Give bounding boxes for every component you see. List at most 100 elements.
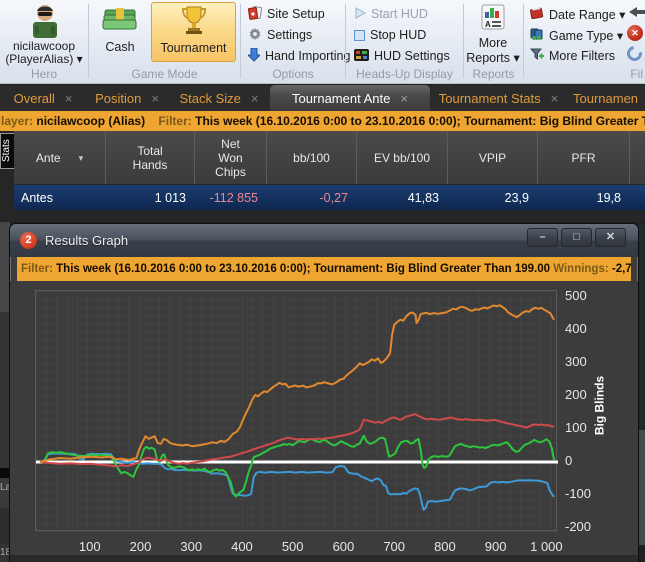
x-tick-label: 400 <box>217 539 267 554</box>
group-label-hud: Heads-Up Display <box>346 67 463 81</box>
hand-importing-label: Hand Importing <box>265 49 350 63</box>
filter-value: This week (16.10.2016 0:00 to 23.10.2016… <box>195 114 645 128</box>
x-tick-label: 500 <box>268 539 318 554</box>
graph-filter-bar: Filter: This week (16.10.2016 0:00 to 23… <box>17 257 631 281</box>
trophy-icon <box>152 5 235 38</box>
y-tick-label: 300 <box>565 354 605 369</box>
clear-filter-icon[interactable]: ✕ <box>627 25 643 41</box>
background-text-fragment: 18 <box>0 544 10 562</box>
settings-button[interactable]: Settings <box>248 26 312 44</box>
minimize-button[interactable]: – <box>527 228 558 247</box>
game-type-button[interactable]: Game Type ▾ <box>530 26 623 44</box>
cell-net-won-chips: -112 855 <box>195 191 267 205</box>
group-label-filters: Fil <box>524 67 645 81</box>
ribbon-group-hero: nicilawcoop (PlayerAlias) ▾ Hero <box>0 0 88 84</box>
tab-stack-size[interactable]: Stack Size × <box>176 85 262 111</box>
filter-label: Filter: <box>21 263 53 275</box>
tab-overall[interactable]: Overall × <box>8 85 78 111</box>
window-bottom-edge <box>10 555 638 562</box>
tab-close-icon[interactable]: × <box>151 91 159 106</box>
more-reports-label-2: Reports ▾ <box>466 51 520 65</box>
background-scrollbar-fragment <box>0 222 10 312</box>
date-range-icon <box>530 7 544 22</box>
cash-label: Cash <box>105 40 134 54</box>
y-tick-label: 200 <box>565 387 605 402</box>
settings-label: Settings <box>267 28 312 42</box>
table-header: Ante ▾ Total Hands Net Won Chips bb/100 … <box>14 131 645 184</box>
close-button[interactable]: ✕ <box>595 228 626 247</box>
hud-settings-label: HUD Settings <box>374 49 450 63</box>
hm2-app-icon: 2 <box>20 232 37 249</box>
tab-close-icon[interactable]: × <box>400 91 408 106</box>
y-tick-label: 0 <box>565 453 605 468</box>
tab-tournament-ante[interactable]: Tournament Ante × <box>270 85 430 111</box>
column-header-bb100[interactable]: bb/100 <box>267 131 357 184</box>
tab-position[interactable]: Position × <box>86 85 168 111</box>
hand-importing-button[interactable]: Hand Importing <box>248 47 350 65</box>
hero-alias: (PlayerAlias) ▾ <box>0 53 88 66</box>
column-label: Net Won Chips <box>211 137 251 179</box>
tab-close-icon[interactable]: × <box>551 91 559 106</box>
tab-label: Overall <box>14 91 55 106</box>
x-tick-label: 1 000 <box>521 539 571 554</box>
y-axis-title: Big Blinds <box>593 361 608 451</box>
tab-close-icon[interactable]: × <box>251 91 259 106</box>
y-tick-label: -200 <box>565 519 605 534</box>
hud-settings-button[interactable]: HUD Settings <box>354 47 450 65</box>
tab-label: Position <box>95 91 141 106</box>
background-right-fragment <box>638 224 645 430</box>
tab-close-icon[interactable]: × <box>65 91 73 106</box>
hero-player-selector[interactable]: nicilawcoop (PlayerAlias) ▾ <box>0 40 88 66</box>
tournament-button[interactable]: Tournament <box>151 2 236 62</box>
column-header-ev-bb100[interactable]: EV bb/100 <box>357 131 448 184</box>
pin-icon[interactable] <box>627 5 645 23</box>
column-header-ante[interactable]: Ante ▾ <box>14 131 106 184</box>
tab-tournament-stats[interactable]: Tournament Stats × <box>432 85 565 111</box>
start-hud-label: Start HUD <box>371 7 428 21</box>
table-row[interactable]: Antes 1 013 -112 855 -0,27 41,83 23,9 19… <box>14 185 645 210</box>
tab-tournament-cut[interactable]: Tournamen <box>573 85 645 111</box>
column-header-cut <box>630 131 645 184</box>
tab-label: Stack Size <box>179 91 240 106</box>
maximize-button[interactable]: □ <box>561 228 592 247</box>
start-hud-button[interactable]: Start HUD <box>354 5 428 23</box>
cell-ante: Antes <box>14 191 106 205</box>
plot-area <box>35 290 557 531</box>
background-panel-fragment <box>0 508 10 544</box>
chart-grid <box>36 291 558 532</box>
stop-hud-button[interactable]: Stop HUD <box>354 26 426 44</box>
stop-icon <box>354 30 365 41</box>
y-tick-label: 500 <box>565 288 605 303</box>
column-header-vpip[interactable]: VPIP <box>448 131 538 184</box>
date-range-button[interactable]: Date Range ▾ <box>530 5 625 23</box>
ribbon-group-hud: Start HUD Stop HUD HUD Settings Heads-Up… <box>346 0 463 84</box>
column-label: PFR <box>572 151 596 165</box>
tab-label: Tournament Ante <box>292 91 390 106</box>
window-title-bar[interactable]: 2 Results Graph – □ ✕ <box>10 224 638 257</box>
stats-side-tab[interactable]: Stats <box>0 133 14 169</box>
refresh-icon[interactable] <box>624 43 645 64</box>
chart-canvas <box>36 291 558 532</box>
column-header-pfr[interactable]: PFR <box>538 131 630 184</box>
x-tick-label: 900 <box>471 539 521 554</box>
ribbon: nicilawcoop (PlayerAlias) ▾ Hero Cash <box>0 0 645 84</box>
column-label: EV bb/100 <box>374 151 430 165</box>
x-tick-label: 300 <box>166 539 216 554</box>
site-setup-button[interactable]: Site Setup <box>248 5 325 23</box>
more-filters-button[interactable]: More Filters <box>530 47 615 65</box>
column-label: VPIP <box>479 151 506 165</box>
sort-arrow-icon[interactable]: ▾ <box>79 151 84 165</box>
cash-icon <box>91 4 149 37</box>
ribbon-group-reports: A More Reports ▾ Reports <box>464 0 523 84</box>
cash-button[interactable]: Cash <box>91 2 149 62</box>
x-tick-label: 600 <box>318 539 368 554</box>
cell-pfr: 19,8 <box>538 191 630 205</box>
filter-label: Filter: <box>158 114 191 128</box>
column-header-net-won-chips[interactable]: Net Won Chips <box>195 131 267 184</box>
more-reports-button[interactable]: A More Reports ▾ <box>464 2 522 62</box>
x-tick-label: 800 <box>420 539 470 554</box>
play-icon <box>354 7 366 22</box>
column-header-total-hands[interactable]: Total Hands <box>106 131 195 184</box>
y-tick-label: -100 <box>565 486 605 501</box>
cell-bb100: -0,27 <box>267 191 357 205</box>
